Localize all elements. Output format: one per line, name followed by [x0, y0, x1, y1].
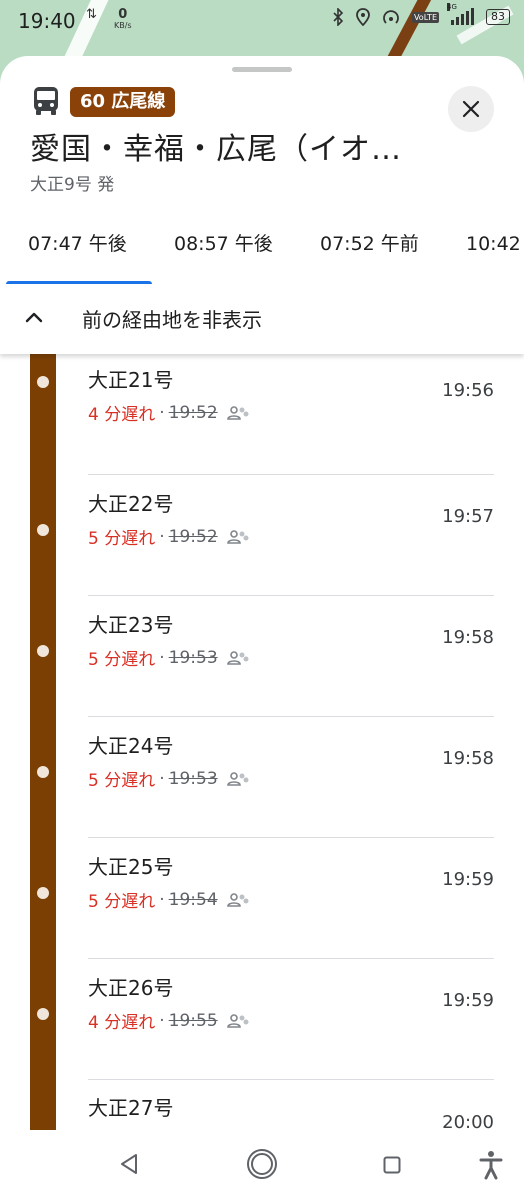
people-icon	[226, 405, 249, 420]
separator: ·	[159, 647, 165, 668]
people-icon	[226, 1013, 249, 1028]
accessibility-icon[interactable]	[478, 1150, 504, 1180]
route-destination-title: 愛国・幸福・広尾（イオ…	[30, 132, 402, 167]
arrival-time: 19:58	[442, 627, 494, 648]
stop-name: 大正25号	[88, 855, 174, 879]
hide-previous-stops-toggle[interactable]: 前の経由地を非表示	[0, 284, 524, 354]
arrival-time: 19:59	[442, 869, 494, 890]
location-icon	[356, 8, 370, 26]
stop-name: 大正26号	[88, 976, 174, 1000]
stop-delay-info: 4 分遅れ · 19:52	[88, 400, 250, 425]
delay-text: 5 分遅れ	[88, 529, 156, 549]
network-speed-value: 0	[118, 7, 128, 22]
recent-square-icon[interactable]	[383, 1156, 401, 1174]
stop-dot	[37, 645, 49, 657]
stop-item[interactable]: 大正26号 4 分遅れ · 19:55 19:59	[0, 959, 524, 1080]
stop-item[interactable]: 大正21号 4 分遅れ · 19:52 19:56	[0, 354, 524, 475]
arrival-time: 19:57	[442, 506, 494, 527]
stop-delay-info: 5 分遅れ · 19:53	[88, 645, 250, 670]
stop-dot	[37, 766, 49, 778]
delay-text: 5 分遅れ	[88, 892, 156, 912]
drag-handle[interactable]	[232, 67, 292, 72]
stop-dot	[37, 1008, 49, 1020]
home-circle-icon[interactable]	[246, 1148, 278, 1180]
stop-name: 大正22号	[88, 492, 174, 516]
stop-name: 大正23号	[88, 613, 174, 637]
stop-name: 大正21号	[88, 368, 174, 392]
stop-dot	[37, 376, 49, 388]
tab-departure-3[interactable]: 07:52 午前	[320, 216, 419, 282]
bus-icon	[34, 87, 58, 115]
arrival-time: 19:59	[442, 990, 494, 1011]
stop-delay-info: 5 分遅れ · 19:53	[88, 766, 250, 791]
separator: ·	[159, 526, 165, 547]
hide-previous-stops-label: 前の経由地を非表示	[82, 308, 262, 332]
departure-tabs: 07:47 午後 08:57 午後 07:52 午前 10:42	[0, 216, 524, 285]
network-speed-unit: KB/s	[114, 21, 132, 30]
transit-details-sheet: 60 広尾線 愛国・幸福・広尾（イオ… 大正9号 発 07:47 午後 08:5…	[0, 56, 524, 1200]
close-button[interactable]	[448, 86, 494, 132]
stop-delay-info: 5 分遅れ · 19:52	[88, 524, 250, 549]
stop-delay-info: 5 分遅れ · 19:54	[88, 887, 250, 912]
stop-dot	[37, 887, 49, 899]
stop-name: 大正24号	[88, 734, 174, 758]
scheduled-time: 19:55	[168, 1010, 218, 1031]
battery-indicator: 83	[486, 9, 510, 25]
back-triangle-icon[interactable]	[118, 1152, 140, 1176]
delay-text: 4 分遅れ	[88, 1013, 156, 1033]
separator: ·	[159, 402, 165, 423]
system-nav-bar	[0, 1130, 524, 1200]
people-icon	[226, 771, 249, 786]
separator: ·	[159, 889, 165, 910]
arrival-time: 20:00	[442, 1112, 494, 1130]
status-icons: VoLTE 4G 83	[332, 3, 510, 26]
status-time: 19:40	[18, 9, 76, 33]
separator: ·	[159, 768, 165, 789]
stop-item[interactable]: 大正27号 20:00	[0, 1080, 524, 1130]
people-icon	[226, 892, 249, 907]
scheduled-time: 19:53	[168, 768, 218, 789]
status-bar: 19:40 ⇅ 0 KB/s VoLTE 4G 83	[0, 0, 524, 44]
departure-stop: 大正9号 発	[30, 175, 115, 195]
signal-icon: 4G	[447, 3, 474, 25]
delay-text: 4 分遅れ	[88, 405, 156, 425]
delay-text: 5 分遅れ	[88, 650, 156, 670]
bluetooth-icon	[333, 8, 344, 26]
separator: ·	[159, 1010, 165, 1031]
network-speed: 0 KB/s	[114, 8, 132, 30]
stop-item[interactable]: 大正25号 5 分遅れ · 19:54 19:59	[0, 838, 524, 959]
stop-list: 大正21号 4 分遅れ · 19:52 19:56 大正22号 5 分遅れ · …	[0, 354, 524, 1130]
people-icon	[226, 529, 249, 544]
arrival-time: 19:56	[442, 380, 494, 401]
data-transfer-icon: ⇅	[86, 7, 97, 22]
chevron-up-icon	[25, 312, 43, 323]
stop-name: 大正27号	[88, 1096, 174, 1120]
tab-departure-2[interactable]: 08:57 午後	[174, 216, 273, 282]
stop-item[interactable]: 大正24号 5 分遅れ · 19:53 19:58	[0, 717, 524, 838]
stop-delay-info: 4 分遅れ · 19:55	[88, 1008, 250, 1033]
delay-text: 5 分遅れ	[88, 771, 156, 791]
stop-item[interactable]: 大正23号 5 分遅れ · 19:53 19:58	[0, 596, 524, 717]
network-type: 4G	[447, 3, 457, 11]
tab-departure-1[interactable]: 07:47 午後	[28, 216, 127, 282]
scheduled-time: 19:52	[168, 402, 218, 423]
hotspot-icon	[383, 10, 399, 24]
arrival-time: 19:58	[442, 748, 494, 769]
route-badge: 60 広尾線	[70, 87, 176, 117]
close-icon	[462, 100, 480, 118]
stop-dot	[37, 524, 49, 536]
scheduled-time: 19:54	[168, 889, 218, 910]
stop-item[interactable]: 大正22号 5 分遅れ · 19:52 19:57	[0, 475, 524, 596]
volte-badge: VoLTE	[411, 11, 439, 23]
people-icon	[226, 650, 249, 665]
scheduled-time: 19:52	[168, 526, 218, 547]
scheduled-time: 19:53	[168, 647, 218, 668]
tab-departure-4[interactable]: 10:42	[466, 216, 521, 282]
